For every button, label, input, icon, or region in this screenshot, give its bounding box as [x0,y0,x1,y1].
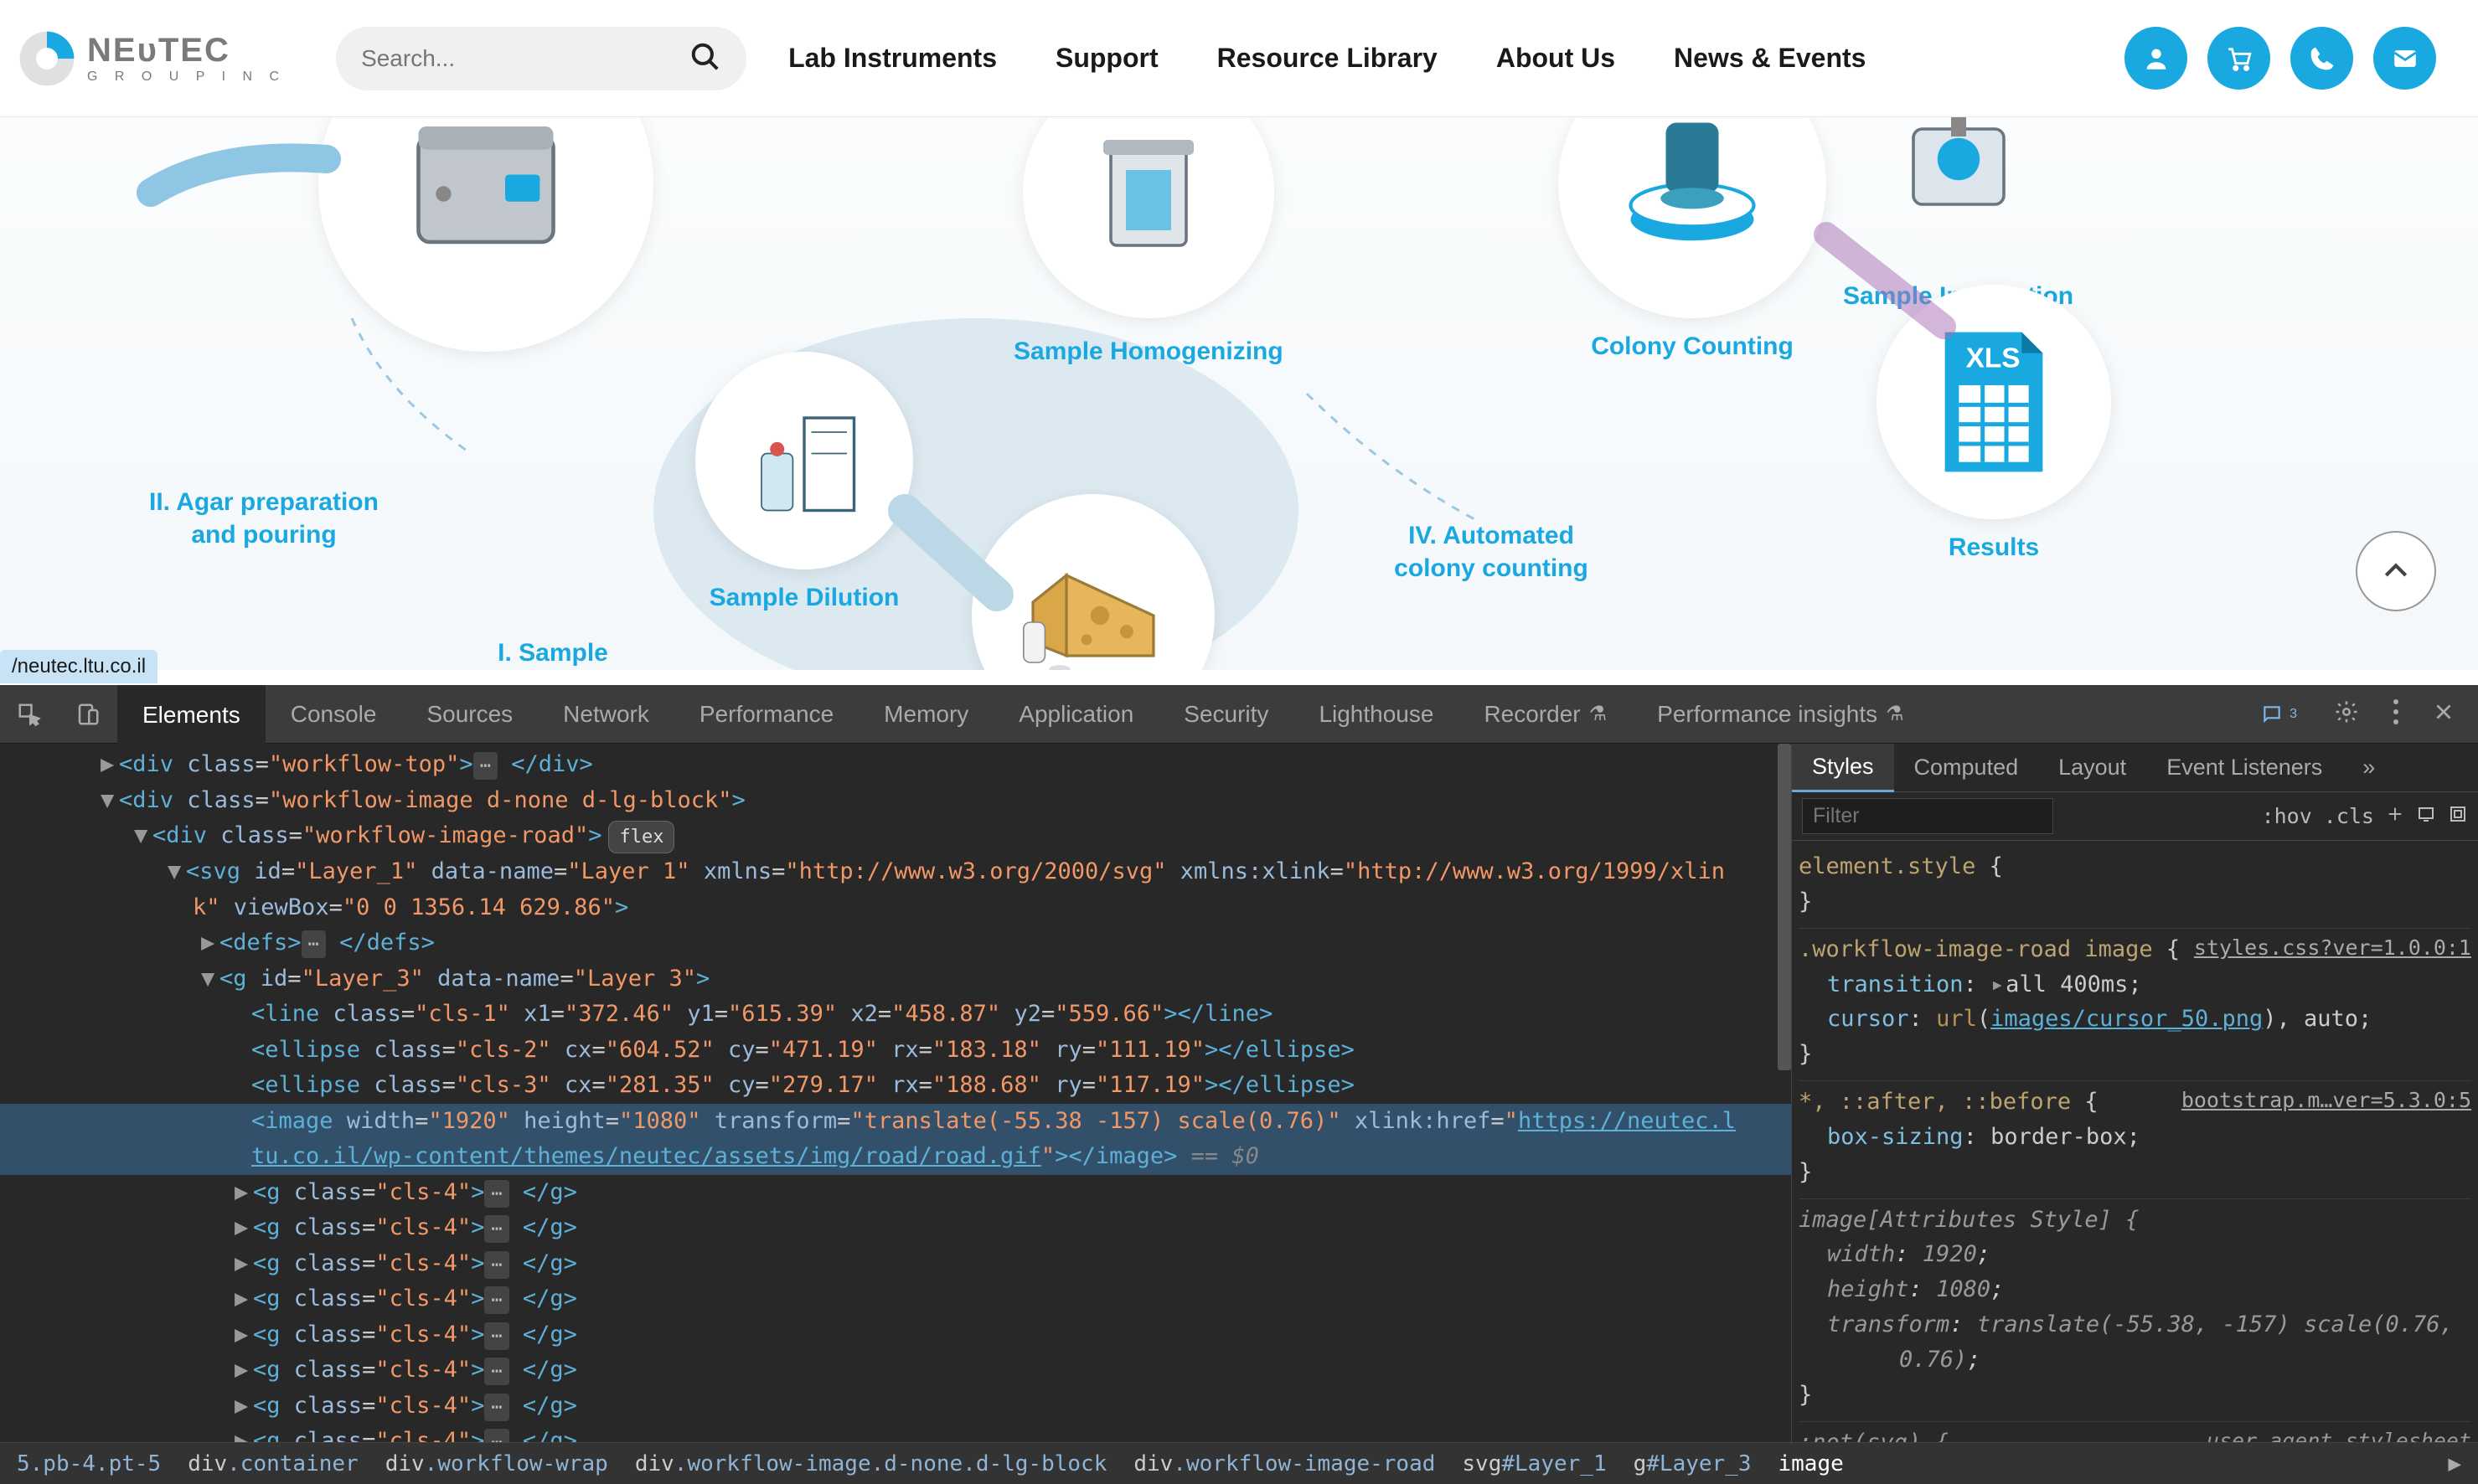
plus-icon [2386,805,2404,823]
device-icon [75,702,101,727]
chevron-up-icon [2379,554,2413,588]
side-tab-styles[interactable]: Styles [1792,744,1894,792]
nav-lab-instruments[interactable]: Lab Instruments [788,43,997,74]
side-tab-layout[interactable]: Layout [2038,744,2146,792]
tab-security[interactable]: Security [1159,685,1293,744]
devtools-body: ▶<div class="workflow-top">⋯ </div> ▼<di… [0,744,2478,1442]
devtools-tabs: Elements Console Sources Network Perform… [0,685,2478,744]
crumb[interactable]: div.container [188,1451,359,1476]
selected-dom-node[interactable]: <image width="1920" height="1080" transf… [0,1104,1791,1140]
styles-filter-row: :hov .cls [1792,792,2478,841]
devtools: Elements Console Sources Network Perform… [0,685,2478,1484]
logo-name: NEυTEC [87,33,286,67]
logo-mark-icon [17,28,77,89]
box-button[interactable] [2448,804,2468,829]
chat-icon [2261,703,2283,725]
search-button[interactable] [689,41,721,75]
search-input[interactable] [361,45,689,72]
flex-badge[interactable]: flex [608,821,674,853]
site-header: NEυTEC G R O U P I N C Lab Instruments S… [0,0,2478,117]
computed-icon [2416,804,2436,824]
tab-elements[interactable]: Elements [117,685,266,744]
inspect-element-button[interactable] [0,702,59,727]
search-wrap [336,27,746,90]
tab-perf-insights[interactable]: Performance insights ⚗ [1632,685,1929,744]
logo[interactable]: NEυTEC G R O U P I N C [17,28,286,89]
cart-button[interactable] [2207,27,2270,90]
crumb-scroll-right[interactable]: ▶ [2448,1451,2461,1476]
issues-badge[interactable]: 3 [2251,698,2307,730]
styles-filter-input[interactable] [1802,798,2053,834]
side-tab-more[interactable]: » [2342,744,2395,792]
crumb[interactable]: div.workflow-image-road [1133,1451,1435,1476]
header-icons [2124,27,2436,90]
kebab-icon [2393,699,2399,724]
tab-lighthouse[interactable]: Lighthouse [1293,685,1458,744]
crumb[interactable]: g#Layer_3 [1634,1451,1752,1476]
hov-toggle[interactable]: :hov [2262,804,2312,828]
ua-stylesheet-label: user agent stylesheet [2207,1425,2471,1442]
tab-performance[interactable]: Performance [674,685,859,744]
tab-recorder[interactable]: Recorder ⚗ [1458,685,1632,744]
search-icon [689,41,721,73]
nav-support[interactable]: Support [1056,43,1159,74]
more-button[interactable] [2386,693,2406,735]
crumb[interactable]: div.workflow-image.d-none.d-lg-block [635,1451,1107,1476]
side-tab-computed[interactable]: Computed [1894,744,2039,792]
crumb-selected[interactable]: image [1778,1451,1844,1476]
source-link[interactable]: styles.css?ver=1.0.0:1 [2194,932,2471,965]
tab-memory[interactable]: Memory [859,685,994,744]
status-url-tooltip: /neutec.ltu.co.il [0,650,157,683]
crumb[interactable]: 5.pb-4.pt-5 [17,1451,161,1476]
cart-icon [2225,44,2253,73]
tab-sources[interactable]: Sources [401,685,538,744]
user-icon [2142,44,2171,73]
device-toggle-button[interactable] [59,702,117,727]
styles-rules[interactable]: element.style { } styles.css?ver=1.0.0:1… [1792,841,2478,1442]
mail-icon [2391,44,2419,73]
nav-about-us[interactable]: About Us [1496,43,1615,74]
workflow-diagram: II. Agar preparation and pouring I. Samp… [0,117,2478,670]
flask-icon: ⚗ [1886,702,1904,726]
connectors [0,117,2478,670]
flask-icon: ⚗ [1589,702,1608,726]
new-rule-button[interactable] [2386,804,2404,828]
tab-network[interactable]: Network [538,685,674,744]
email-button[interactable] [2373,27,2436,90]
close-icon [2433,701,2455,723]
crumb[interactable]: svg#Layer_1 [1462,1451,1606,1476]
nav-resource-library[interactable]: Resource Library [1217,43,1438,74]
settings-button[interactable] [2327,693,2366,735]
breadcrumb[interactable]: 5.pb-4.pt-5 div.container div.workflow-w… [0,1442,2478,1484]
phone-button[interactable] [2290,27,2353,90]
tab-console[interactable]: Console [266,685,402,744]
tab-application[interactable]: Application [994,685,1159,744]
account-button[interactable] [2124,27,2187,90]
source-link[interactable]: bootstrap.m…ver=5.3.0:5 [2181,1085,2471,1117]
inspect-icon [17,702,42,727]
elements-panel[interactable]: ▶<div class="workflow-top">⋯ </div> ▼<di… [0,744,1791,1442]
styles-panel: Styles Computed Layout Event Listeners »… [1791,744,2478,1442]
cls-toggle[interactable]: .cls [2324,804,2374,828]
gear-icon [2334,699,2359,724]
device-button[interactable] [2416,804,2436,829]
main-nav: Lab Instruments Support Resource Library… [788,43,1866,74]
side-tab-event-listeners[interactable]: Event Listeners [2146,744,2342,792]
elements-scrollbar[interactable] [1778,744,1791,1070]
nav-news-events[interactable]: News & Events [1674,43,1866,74]
styles-tabs: Styles Computed Layout Event Listeners » [1792,744,2478,792]
logo-sub: G R O U P I N C [87,70,286,84]
close-devtools-button[interactable] [2426,694,2461,734]
scroll-top-button[interactable] [2356,531,2436,611]
phone-icon [2309,45,2336,72]
crumb[interactable]: div.workflow-wrap [385,1451,608,1476]
box-icon [2448,804,2468,824]
